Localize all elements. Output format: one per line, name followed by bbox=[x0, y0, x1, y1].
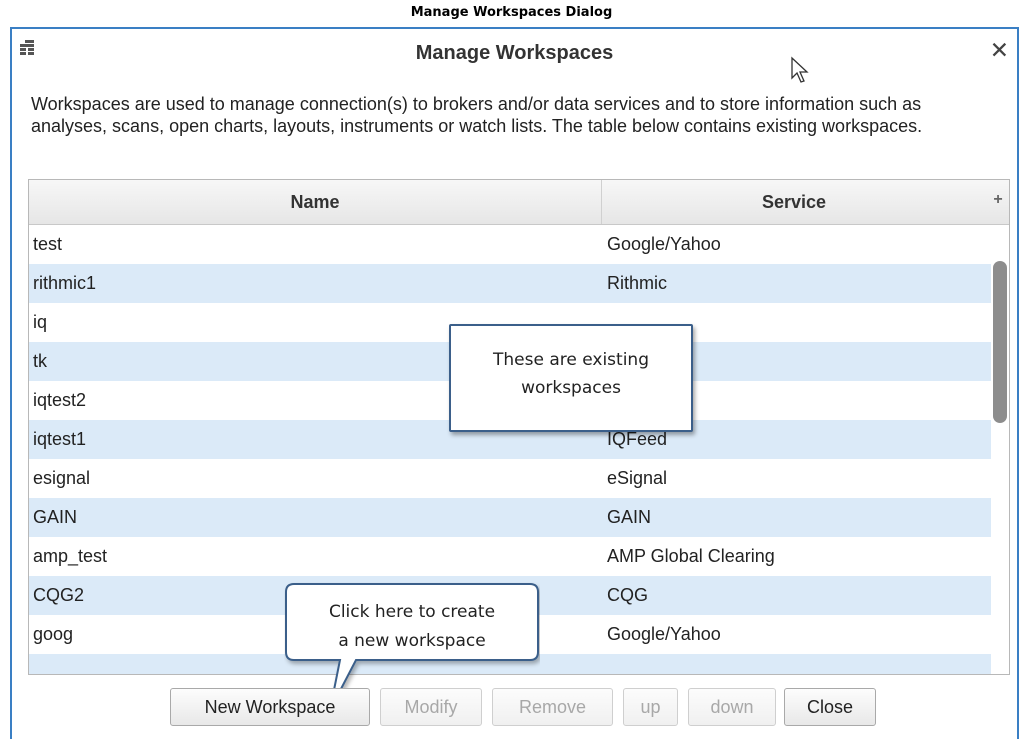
remove-button[interactable]: Remove bbox=[492, 688, 613, 726]
add-column-icon[interactable]: + bbox=[987, 180, 1009, 224]
table-header: Name Service + bbox=[29, 180, 1009, 225]
move-up-button[interactable]: up bbox=[623, 688, 678, 726]
table-row[interactable]: test Google/Yahoo bbox=[29, 225, 991, 264]
modify-button[interactable]: Modify bbox=[380, 688, 482, 726]
callout-line: a new workspace bbox=[338, 631, 486, 651]
dialog-description: Workspaces are used to manage connection… bbox=[31, 94, 923, 136]
cell-service: Google/Yahoo bbox=[607, 234, 721, 254]
manage-workspaces-dialog: Manage Workspaces ✕ Workspaces are used … bbox=[10, 27, 1019, 739]
cell-name: goog bbox=[33, 624, 74, 644]
table-row[interactable]: amp_test AMP Global Clearing bbox=[29, 537, 991, 576]
close-button[interactable]: Close bbox=[784, 688, 876, 726]
vertical-scrollbar[interactable] bbox=[991, 225, 1009, 674]
cell-name: CQG2 bbox=[33, 585, 85, 605]
callout-new-workspace-text: Click here to create a new workspace bbox=[288, 598, 536, 656]
table-row[interactable]: GAIN GAIN bbox=[29, 498, 991, 537]
column-header-name[interactable]: Name bbox=[29, 180, 602, 224]
cell-name: GAIN bbox=[33, 507, 78, 527]
move-down-button[interactable]: down bbox=[688, 688, 776, 726]
cell-service: eSignal bbox=[607, 468, 668, 488]
callout-existing-workspaces: These are existing workspaces bbox=[449, 324, 693, 432]
table-row[interactable]: rithmic1 Rithmic bbox=[29, 264, 991, 303]
close-icon[interactable]: ✕ bbox=[990, 38, 1009, 62]
table-row[interactable]: esignal eSignal bbox=[29, 459, 991, 498]
cell-name: amp_test bbox=[33, 546, 108, 566]
cell-name: test bbox=[33, 234, 63, 254]
cell-service: AMP Global Clearing bbox=[607, 546, 775, 566]
new-workspace-button[interactable]: New Workspace bbox=[170, 688, 370, 726]
cell-service: Rithmic bbox=[607, 273, 668, 293]
cell-service: CQG bbox=[607, 585, 649, 605]
cell-name: esignal bbox=[33, 468, 91, 488]
cell-service: Google/Yahoo bbox=[607, 624, 721, 644]
cell-name: iq bbox=[33, 312, 48, 332]
cell-name: iqtest1 bbox=[33, 429, 87, 449]
cell-name: rithmic1 bbox=[33, 273, 97, 293]
mouse-pointer-icon bbox=[791, 56, 809, 83]
scrollbar-thumb[interactable] bbox=[993, 261, 1007, 423]
callout-line: workspaces bbox=[521, 378, 621, 398]
callout-line: These are existing bbox=[493, 350, 649, 370]
cell-service: GAIN bbox=[607, 507, 652, 527]
dialog-title: Manage Workspaces bbox=[415, 42, 614, 64]
document-caption: Manage Workspaces Dialog bbox=[410, 5, 613, 20]
column-header-service[interactable]: Service bbox=[602, 180, 986, 224]
cell-name: tk bbox=[33, 351, 48, 371]
cell-name: iqtest2 bbox=[33, 390, 87, 410]
callout-line: Click here to create bbox=[328, 602, 496, 622]
